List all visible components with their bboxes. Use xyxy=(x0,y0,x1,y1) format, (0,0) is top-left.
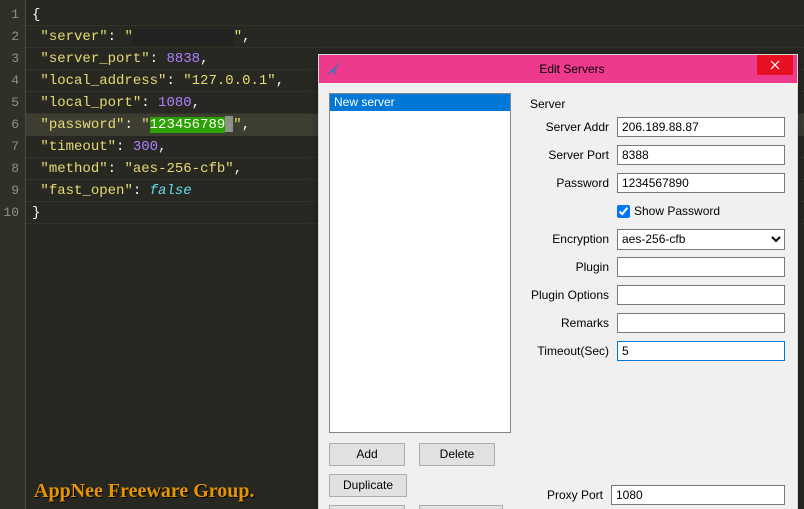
group-label: Server xyxy=(527,97,568,111)
move-up-button[interactable]: Move Up xyxy=(329,505,405,509)
line-number: 9 xyxy=(0,180,25,202)
line-number: 10 xyxy=(0,202,25,224)
server-addr-label: Server Addr xyxy=(523,120,617,134)
edit-servers-dialog: Edit Servers New server Add Delete Dupli… xyxy=(318,54,798,509)
dialog-title: Edit Servers xyxy=(347,62,797,76)
line-number: 3 xyxy=(0,48,25,70)
line-gutter: 1 2 3 4 5 6 7 8 9 10 xyxy=(0,0,26,509)
close-button[interactable] xyxy=(757,55,793,75)
dialog-body: New server Add Delete Duplicate Move Up … xyxy=(319,83,797,509)
plugin-label: Plugin xyxy=(523,260,617,274)
move-down-button[interactable]: Move Down xyxy=(419,505,503,509)
plugin-opts-label: Plugin Options xyxy=(523,288,617,302)
line-number: 2 xyxy=(0,26,25,48)
list-item[interactable]: New server xyxy=(330,94,510,111)
app-icon xyxy=(319,61,347,77)
server-addr-input[interactable] xyxy=(617,117,785,137)
password-label: Password xyxy=(523,176,617,190)
delete-button[interactable]: Delete xyxy=(419,443,495,466)
line-number: 1 xyxy=(0,4,25,26)
remarks-input[interactable] xyxy=(617,313,785,333)
line-number: 8 xyxy=(0,158,25,180)
timeout-label: Timeout(Sec) xyxy=(523,344,617,358)
server-port-input[interactable] xyxy=(617,145,785,165)
show-password-checkbox[interactable] xyxy=(617,205,630,218)
duplicate-button[interactable]: Duplicate xyxy=(329,474,407,497)
encryption-label: Encryption xyxy=(523,232,617,246)
server-group: Server Server Addr Server Port Password … xyxy=(523,89,785,365)
line-number: 5 xyxy=(0,92,25,114)
watermark: AppNee Freeware Group. xyxy=(34,480,255,503)
plugin-opts-input[interactable] xyxy=(617,285,785,305)
encryption-select[interactable]: aes-256-cfb xyxy=(617,229,785,250)
plugin-input[interactable] xyxy=(617,257,785,277)
line-number: 6 xyxy=(0,114,25,136)
timeout-input[interactable] xyxy=(617,341,785,361)
remarks-label: Remarks xyxy=(523,316,617,330)
show-password-label: Show Password xyxy=(634,204,720,218)
password-input[interactable] xyxy=(617,173,785,193)
server-list[interactable]: New server xyxy=(329,93,511,433)
titlebar[interactable]: Edit Servers xyxy=(319,55,797,83)
proxy-port-label: Proxy Port xyxy=(541,488,611,502)
line-number: 7 xyxy=(0,136,25,158)
server-port-label: Server Port xyxy=(523,148,617,162)
line-number: 4 xyxy=(0,70,25,92)
add-button[interactable]: Add xyxy=(329,443,405,466)
proxy-port-input[interactable] xyxy=(611,485,785,505)
